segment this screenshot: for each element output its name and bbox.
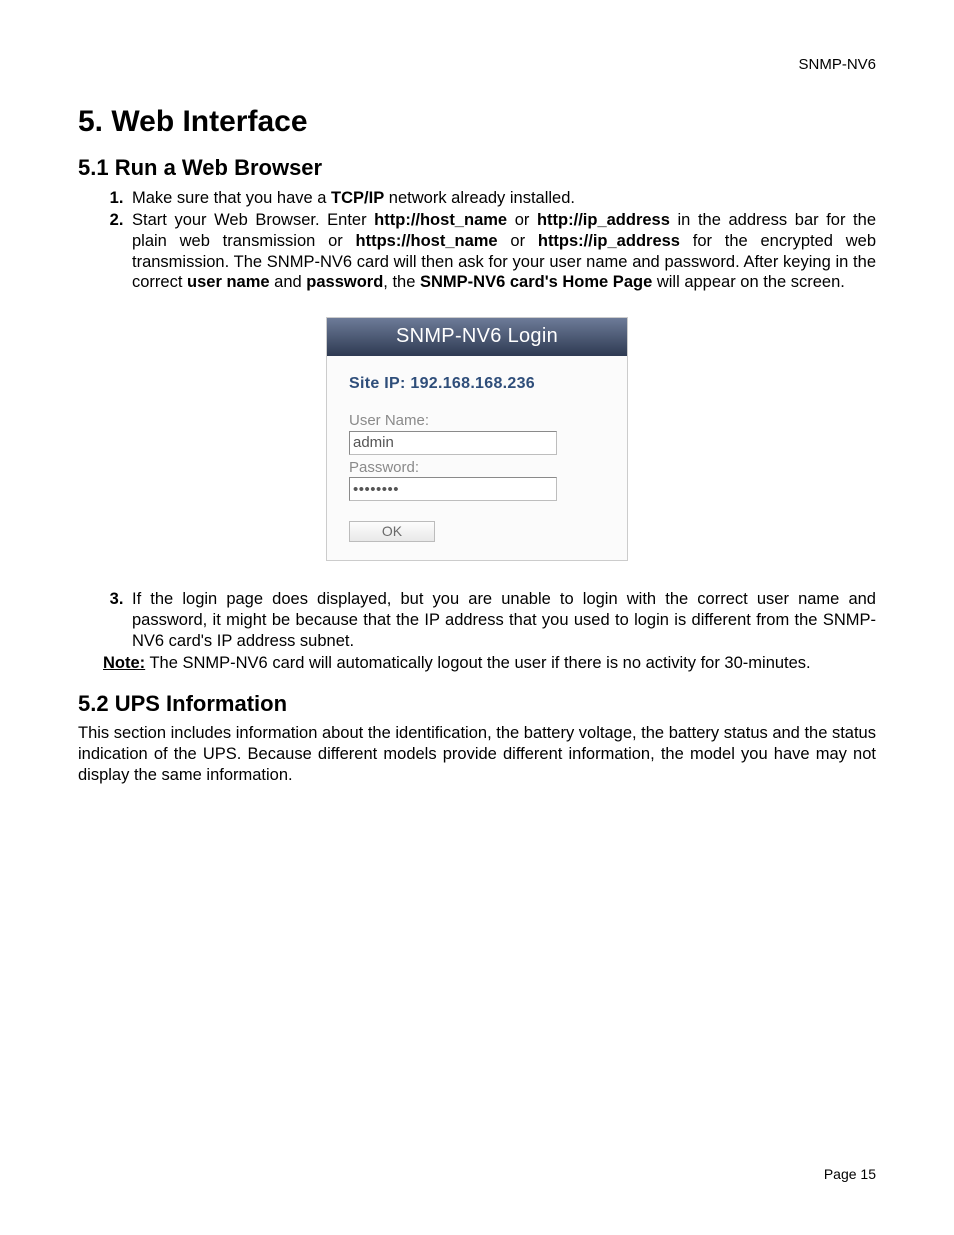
- steps-list: Make sure that you have a TCP/IP network…: [128, 188, 876, 293]
- bold-homepage: SNMP-NV6 card's Home Page: [420, 273, 652, 291]
- bold-username: user name: [187, 273, 270, 291]
- url-http-ip: http://ip_address: [537, 211, 670, 229]
- step-2: Start your Web Browser. Enter http://hos…: [128, 210, 876, 293]
- bold-password: password: [306, 273, 383, 291]
- login-box: SNMP-NV6 Login Site IP: 192.168.168.236 …: [326, 317, 628, 562]
- password-input[interactable]: [349, 477, 557, 501]
- note-label: Note:: [103, 654, 145, 672]
- username-label: User Name:: [349, 412, 605, 431]
- url-https-ip: https://ip_address: [538, 232, 680, 250]
- url-https-host: https://host_name: [356, 232, 498, 250]
- s2-a: Start your Web Browser. Enter: [132, 211, 374, 229]
- tcpip-bold: TCP/IP: [331, 189, 384, 207]
- h2-run-web-browser: 5.1 Run a Web Browser: [78, 154, 876, 182]
- step-3: If the login page does displayed, but yo…: [128, 589, 876, 651]
- h2-ups-information: 5.2 UPS Information: [78, 690, 876, 718]
- password-label: Password:: [349, 459, 605, 478]
- step-1: Make sure that you have a TCP/IP network…: [128, 188, 876, 209]
- s2-b: or: [507, 211, 537, 229]
- login-title: SNMP-NV6 Login: [327, 318, 627, 356]
- url-http-host: http://host_name: [374, 211, 507, 229]
- sec52-body: This section includes information about …: [78, 723, 876, 785]
- s2-h: will appear on the screen.: [652, 273, 845, 291]
- doc-header-id: SNMP-NV6: [78, 56, 876, 75]
- s2-f: and: [270, 273, 307, 291]
- step1-text-a: Make sure that you have a: [132, 189, 331, 207]
- s2-g: , the: [383, 273, 420, 291]
- login-screenshot-wrap: SNMP-NV6 Login Site IP: 192.168.168.236 …: [78, 317, 876, 562]
- s2-d: or: [498, 232, 538, 250]
- h1-web-interface: 5. Web Interface: [78, 103, 876, 141]
- note-block: Note: The SNMP-NV6 card will automatical…: [103, 653, 876, 674]
- login-body: Site IP: 192.168.168.236 User Name: Pass…: [327, 356, 627, 561]
- site-ip-label: Site IP: 192.168.168.236: [349, 374, 605, 394]
- page-number: Page 15: [824, 1166, 876, 1184]
- step1-text-b: network already installed.: [384, 189, 575, 207]
- username-input[interactable]: [349, 431, 557, 455]
- note-text: The SNMP-NV6 card will automatically log…: [145, 654, 810, 672]
- steps-list-cont: If the login page does displayed, but yo…: [128, 589, 876, 651]
- ok-button[interactable]: OK: [349, 521, 435, 542]
